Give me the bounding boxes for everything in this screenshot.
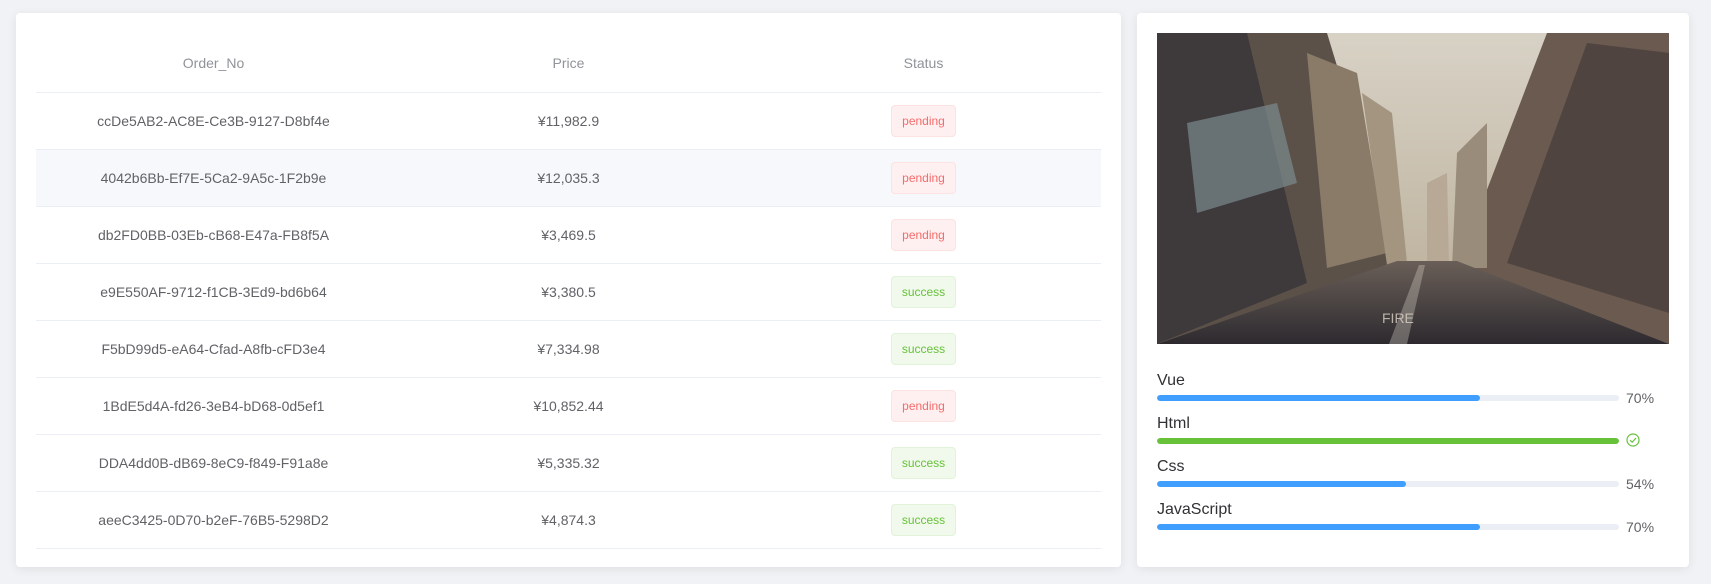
progress-text: 70% — [1626, 519, 1655, 535]
status-badge: pending — [891, 390, 956, 422]
price-cell: ¥4,874.3 — [541, 512, 596, 528]
status-badge: pending — [891, 219, 956, 251]
skill-label: JavaScript — [1157, 501, 1232, 518]
progress-fill — [1157, 524, 1481, 530]
status-badge: pending — [891, 105, 956, 137]
check-circle-icon — [1626, 433, 1640, 447]
order-no-cell: F5bD99d5-eA64-Cfad-A8fb-cFD3e4 — [101, 341, 326, 357]
city-street-photo: FIRE — [1157, 33, 1669, 344]
skill-javascript: JavaScript 70% — [1157, 501, 1669, 544]
order-no-cell: db2FD0BB-03Eb-cB68-E47a-FB8f5A — [97, 227, 330, 243]
status-badge: success — [890, 276, 957, 308]
table-row[interactable]: DDA4dd0B-dB69-8eC9-f849-F91a8e ¥5,335.32 s… — [36, 435, 1101, 492]
price-cell: ¥11,982.9 — [537, 113, 600, 129]
progress-text: 54% — [1626, 476, 1655, 492]
price-cell: ¥3,469.5 — [541, 227, 596, 243]
table-row[interactable]: 1BdE5d4A-fd26-3eB4-bD68-0d5ef1 ¥10,852.44… — [36, 378, 1101, 435]
order-no-cell: 1BdE5d4A-fd26-3eB4-bD68-0d5ef1 — [102, 398, 325, 414]
price-cell: ¥3,380.5 — [541, 284, 596, 300]
skill-label: Vue — [1157, 372, 1185, 389]
progress-track — [1157, 481, 1619, 487]
price-cell: ¥7,334.98 — [537, 341, 600, 357]
order-no-cell: aeeC3425-0D70-b2eF-76B5-5298D2 — [98, 512, 329, 528]
header-status[interactable]: Status — [746, 55, 1101, 71]
table-row[interactable]: ccDe5AB2-AC8E-Ce3B-9127-D8bf4e ¥11,982.9 p… — [36, 93, 1101, 150]
table-row[interactable]: aeeC3425-0D70-b2eF-76B5-5298D2 ¥4,874.3 su… — [36, 492, 1101, 549]
price-cell: ¥5,335.32 — [537, 455, 600, 471]
table-header: Order_No Price Status — [36, 33, 1101, 93]
status-cell: pending — [746, 162, 1101, 194]
order-no-cell: 4042b6Bb-Ef7E-5Ca2-9A5c-1F2b9e — [100, 170, 327, 186]
status-cell: pending — [746, 105, 1101, 137]
order-no-cell: e9E550AF-9712-f1CB-3Ed9-bd6b64 — [100, 284, 327, 300]
status-badge: pending — [891, 162, 956, 194]
progress-track — [1157, 395, 1619, 401]
status-badge: success — [890, 504, 957, 536]
header-price[interactable]: Price — [391, 55, 746, 71]
status-cell: success — [746, 333, 1101, 365]
header-order-no[interactable]: Order_No — [36, 55, 391, 71]
table-row[interactable]: F5bD99d5-eA64-Cfad-A8fb-cFD3e4 ¥7,334.98 s… — [36, 321, 1101, 378]
progress-fill — [1157, 395, 1481, 401]
orders-table: Order_No Price Status ccDe5AB2-AC8E-Ce3B… — [36, 33, 1101, 549]
progress-track — [1157, 524, 1619, 530]
table-row[interactable]: e9E550AF-9712-f1CB-3Ed9-bd6b64 ¥3,380.5 su… — [36, 264, 1101, 321]
skill-html: Html — [1157, 415, 1669, 458]
progress-track — [1157, 438, 1619, 444]
table-row[interactable]: db2FD0BB-03Eb-cB68-E47a-FB8f5A ¥3,469.5 pe… — [36, 207, 1101, 264]
status-badge: success — [890, 447, 957, 479]
svg-text:FIRE: FIRE — [1382, 310, 1414, 326]
side-card: FIRE Vue 70% Html Css 54% JavaScript 70% — [1137, 13, 1689, 567]
progress-fill — [1157, 438, 1619, 444]
table-row[interactable]: 4042b6Bb-Ef7E-5Ca2-9A5c-1F2b9e ¥12,035.3 p… — [36, 150, 1101, 207]
status-cell: pending — [746, 219, 1101, 251]
progress-text: 70% — [1626, 390, 1655, 406]
status-cell: success — [746, 504, 1101, 536]
status-cell: success — [746, 447, 1101, 479]
skill-vue: Vue 70% — [1157, 372, 1669, 415]
order-no-cell: ccDe5AB2-AC8E-Ce3B-9127-D8bf4e — [97, 113, 330, 129]
skills-progress: Vue 70% Html Css 54% JavaScript 70% — [1157, 372, 1669, 544]
order-no-cell: DDA4dd0B-dB69-8eC9-f849-F91a8e — [98, 455, 329, 471]
skill-css: Css 54% — [1157, 458, 1669, 501]
price-cell: ¥12,035.3 — [537, 170, 600, 186]
status-cell: pending — [746, 390, 1101, 422]
status-badge: success — [890, 333, 957, 365]
skill-label: Css — [1157, 458, 1185, 475]
price-cell: ¥10,852.44 — [533, 398, 604, 414]
skill-label: Html — [1157, 415, 1190, 432]
orders-card: Order_No Price Status ccDe5AB2-AC8E-Ce3B… — [16, 13, 1121, 567]
status-cell: success — [746, 276, 1101, 308]
progress-fill — [1157, 481, 1407, 487]
